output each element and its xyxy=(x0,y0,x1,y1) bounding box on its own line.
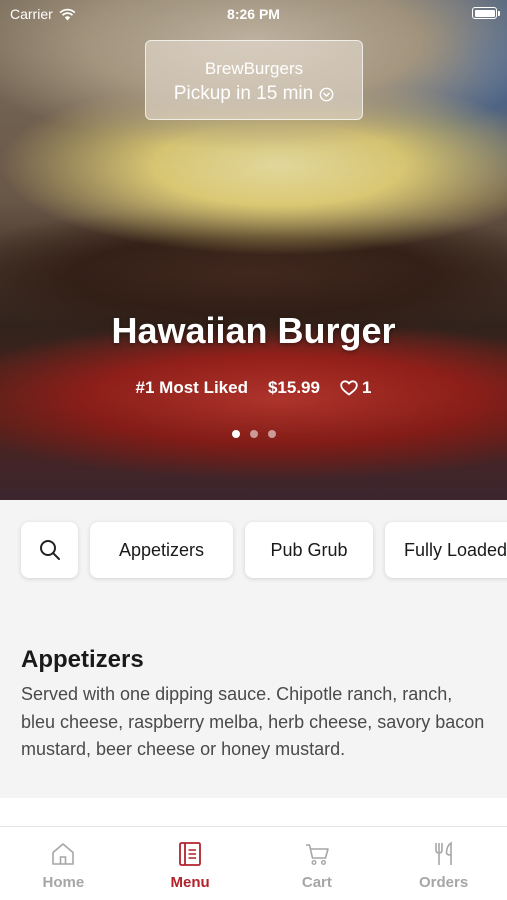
tab-label: Home xyxy=(42,874,85,891)
tab-cart[interactable]: Cart xyxy=(254,827,381,900)
like-button[interactable]: 1 xyxy=(340,378,371,398)
cart-icon xyxy=(305,844,329,866)
menu-item-list xyxy=(0,798,507,826)
carousel-dot[interactable] xyxy=(231,430,240,438)
home-icon xyxy=(52,843,75,865)
search-button[interactable] xyxy=(21,522,78,578)
featured-item-title: Hawaiian Burger xyxy=(111,310,396,351)
store-pickup-selector[interactable]: BrewBurgers Pickup in 15 min xyxy=(145,40,363,120)
tab-home[interactable]: Home xyxy=(0,827,127,900)
battery-icon xyxy=(472,7,500,19)
tab-label: Orders xyxy=(419,874,469,891)
featured-item-meta: #1 Most Liked $15.99 1 xyxy=(0,378,507,398)
status-time: 8:26 PM xyxy=(227,6,280,22)
section-description: Served with one dipping sauce. Chipotle … xyxy=(21,684,485,759)
heart-icon xyxy=(340,380,358,396)
category-chip-fully-loaded[interactable]: Fully Loaded xyxy=(385,522,507,578)
tab-label: Cart xyxy=(301,874,332,891)
orders-icon xyxy=(434,841,452,865)
search-icon xyxy=(39,540,60,560)
pickup-time: Pickup in 15 min xyxy=(173,83,314,104)
like-count: 1 xyxy=(361,378,372,397)
category-chip-appetizers[interactable]: Appetizers xyxy=(90,522,233,578)
store-name: BrewBurgers xyxy=(204,59,304,78)
featured-item-price: $15.99 xyxy=(267,378,320,397)
menu-section: Appetizers Served with one dipping sauce… xyxy=(0,600,507,798)
carousel-dot[interactable] xyxy=(249,430,258,438)
category-chip-pub-grub[interactable]: Pub Grub xyxy=(245,522,373,578)
tab-orders[interactable]: Orders xyxy=(380,827,507,900)
status-bar: Carrier 8:26 PM xyxy=(0,0,507,28)
menu-icon xyxy=(179,842,202,866)
carousel-indicator[interactable] xyxy=(0,430,507,438)
section-title: Appetizers xyxy=(21,646,144,673)
tab-bar: Home Menu Cart Orders xyxy=(0,826,507,900)
chevron-down-icon xyxy=(319,87,334,101)
tab-menu[interactable]: Menu xyxy=(127,827,254,900)
hero-banner[interactable]: Carrier 8:26 PM BrewBurgers Pickup in 15… xyxy=(0,0,507,500)
tab-label: Menu xyxy=(170,874,210,891)
carousel-dot[interactable] xyxy=(267,430,276,438)
category-bar[interactable]: Appetizers Pub Grub Fully Loaded xyxy=(0,500,507,600)
popularity-badge: #1 Most Liked xyxy=(135,378,248,397)
